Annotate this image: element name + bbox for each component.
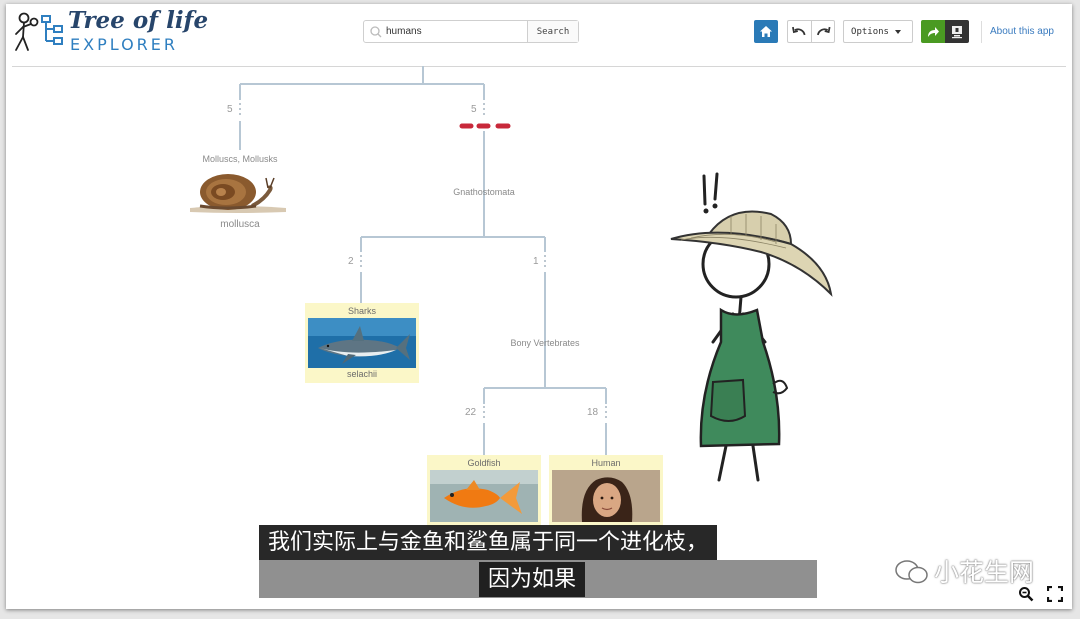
goldfish-count: 22: [465, 407, 477, 418]
subtitle-line-2: 因为如果: [479, 562, 586, 597]
gnathostomata-label: Gnathostomata: [453, 187, 515, 197]
sharks-common-name: Sharks: [347, 306, 376, 316]
bony-count: 1: [533, 256, 539, 267]
app-window: Tree of life EXPLORER Search Options: [6, 4, 1072, 609]
subtitle-line-1: 我们实际上与金鱼和鲨鱼属于同一个进化枝，: [259, 525, 718, 560]
snail-image[interactable]: [186, 166, 294, 216]
wechat-icon: [895, 560, 928, 584]
zoom-out-button[interactable]: [1014, 582, 1038, 606]
human-common-name: Human: [591, 458, 621, 468]
molluscs-common-name: Molluscs, Mollusks: [202, 154, 278, 164]
human-count: 18: [587, 407, 599, 418]
goldfish-image: [430, 470, 538, 522]
human-image: [552, 470, 660, 522]
explorer-character-illustration: [670, 172, 833, 482]
goldfish-card[interactable]: Goldfish: [427, 455, 541, 527]
molluscs-latin-name: mollusca: [220, 219, 260, 230]
goldfish-common-name: Goldfish: [467, 458, 501, 468]
molluscs-count: 5: [227, 104, 233, 115]
sharks-count: 2: [348, 256, 354, 267]
sharks-card[interactable]: Sharks selachii: [305, 303, 419, 383]
bony-vertebrates-label: Bony Vertebrates: [510, 338, 580, 348]
fullscreen-icon: [1047, 586, 1063, 602]
human-card[interactable]: Human: [549, 455, 663, 527]
shark-image: [308, 318, 416, 368]
sharks-latin-name: selachii: [346, 369, 377, 379]
fullscreen-button[interactable]: [1043, 582, 1067, 606]
zoom-out-icon: [1019, 587, 1034, 602]
gnathostomata-count: 5: [471, 104, 477, 115]
